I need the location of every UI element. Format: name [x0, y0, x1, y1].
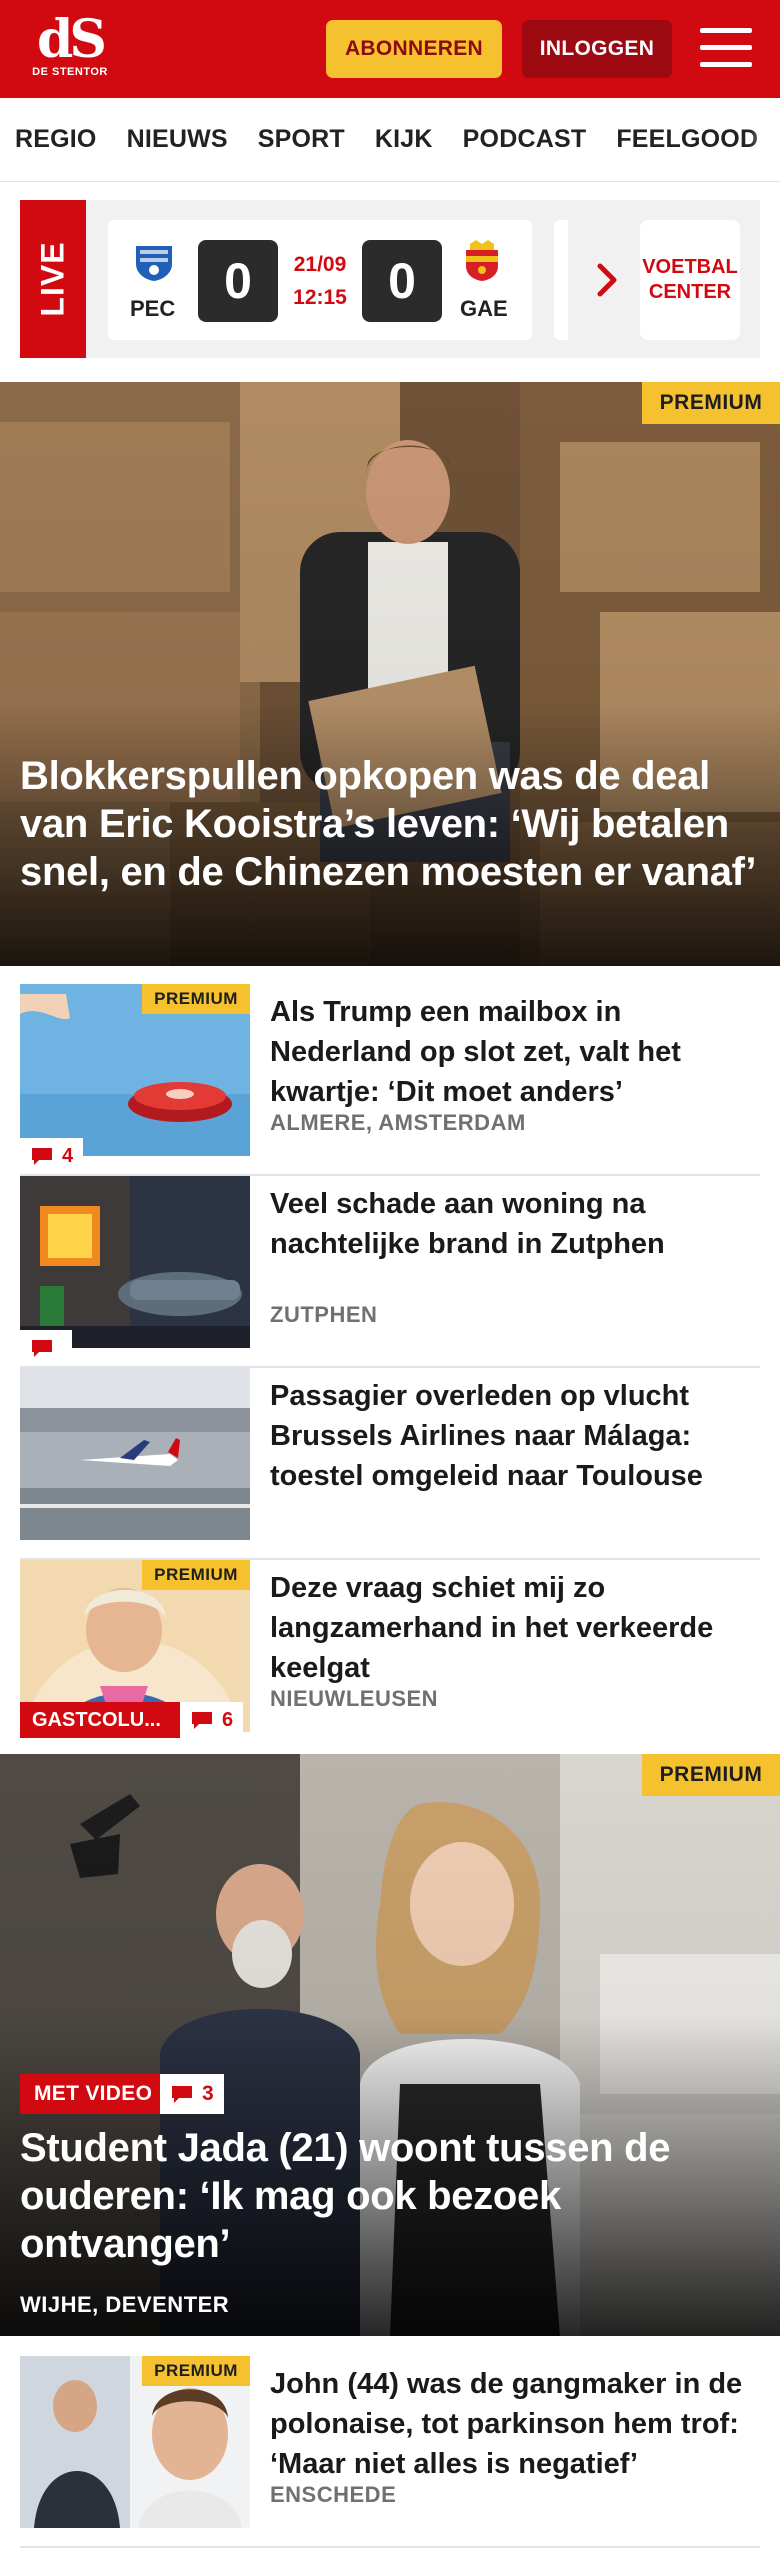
hero2-location: WIJHE, DEVENTER: [20, 2292, 230, 2317]
hero-article[interactable]: PREMIUM Blokkerspullen opkopen was de de…: [0, 382, 780, 966]
article-title: Veel schade aan woning na nachtelijke br…: [270, 1188, 665, 1260]
logo-mark: dS: [37, 9, 107, 70]
subscribe-button[interactable]: ABONNEREN: [326, 20, 502, 78]
pec-zwolle-logo-icon: [136, 240, 172, 281]
comment-icon: [32, 1340, 52, 1357]
main-nav: REGIO NIEUWS SPORT KIJK PODCAST FEELGOOD…: [0, 98, 780, 182]
login-button[interactable]: INLOGGEN: [522, 20, 672, 78]
nav-item-nieuws[interactable]: NIEUWS: [127, 125, 228, 154]
premium-badge: PREMIUM: [142, 984, 250, 1014]
nav-item-kijk[interactable]: KIJK: [375, 125, 433, 154]
article-row[interactable]: PREMIUM John (44) was de gangmaker in de…: [20, 2356, 760, 2548]
house-fire-image: [20, 1176, 250, 1348]
article-row[interactable]: Veel schade aan woning na nachtelijke br…: [20, 1176, 760, 1368]
logo-text: DE STENTOR: [32, 66, 108, 78]
premium-badge: PREMIUM: [642, 1754, 780, 1796]
live-label: LIVE: [34, 241, 71, 317]
away-team-name: GAE: [460, 296, 508, 321]
hero2-title: Student Jada (21) woont tussen de oudere…: [20, 2126, 671, 2266]
live-score-widget: LIVE PEC 0 21/09 12:15 0 GAE VOETBAL CEN…: [20, 200, 760, 358]
comment-icon: [192, 1712, 212, 1729]
home-team-name: PEC: [130, 296, 176, 321]
site-header: dS DE STENTOR ABONNEREN INLOGGEN: [0, 0, 780, 98]
category-tag[interactable]: GASTCOLU...: [20, 1702, 180, 1738]
next-match-card-edge[interactable]: [554, 220, 568, 340]
premium-badge: PREMIUM: [142, 2356, 250, 2386]
match-card[interactable]: PEC 0 21/09 12:15 0 GAE: [108, 220, 532, 340]
voetbal-center-button[interactable]: VOETBAL CENTER: [640, 220, 740, 340]
article-row[interactable]: PREMIUM GASTCOLU... 6 Deze vraag schiet …: [20, 1560, 760, 1738]
article-location: ENSCHEDE: [270, 2482, 397, 2507]
nav-item-sport[interactable]: SPORT: [258, 125, 345, 154]
article-thumbnail: [20, 1368, 250, 1540]
nav-item-feelgood[interactable]: FEELGOOD: [616, 125, 758, 154]
home-score: 0: [198, 240, 278, 322]
comment-count-value: 6: [222, 1708, 234, 1731]
away-score: 0: [362, 240, 442, 322]
article-row[interactable]: Passagier overleden op vlucht Brussels A…: [20, 1368, 760, 1560]
featured-video-article[interactable]: PREMIUM MET VIDEO 3 Student Jada (21) wo…: [0, 1754, 780, 2336]
go-ahead-eagles-logo-icon: [466, 240, 498, 281]
comment-icon: [32, 1148, 52, 1165]
nav-item-podcast[interactable]: PODCAST: [463, 125, 587, 154]
comment-count[interactable]: [20, 1330, 72, 1366]
premium-badge: PREMIUM: [142, 1560, 250, 1590]
chevron-right-icon[interactable]: [590, 262, 626, 298]
match-datetime: 21/09 12:15: [284, 248, 356, 314]
comment-count[interactable]: 6: [180, 1702, 244, 1738]
airport-image: [20, 1368, 250, 1540]
article-location: ZUTPHEN: [270, 1302, 378, 1327]
hamburger-icon[interactable]: [700, 26, 752, 70]
article-row[interactable]: PREMIUM 4 Als Trump een mailbox in Neder…: [20, 984, 760, 1176]
comment-count[interactable]: 3: [160, 2074, 224, 2114]
comment-count[interactable]: 4: [20, 1138, 84, 1174]
match-time: 12:15: [293, 286, 347, 309]
article-location: NIEUWLEUSEN: [270, 1686, 439, 1711]
comment-icon: [172, 2086, 192, 2103]
video-tag: MET VIDEO: [20, 2074, 167, 2114]
hero-title: Blokkerspullen opkopen was de deal van E…: [20, 754, 757, 894]
article-title: Als Trump een mailbox in Nederland op sl…: [270, 996, 681, 1108]
comment-count-value: 4: [62, 1144, 74, 1167]
live-tag: LIVE: [20, 200, 86, 358]
nav-fade: [750, 98, 780, 181]
article-title: John (44) was de gangmaker in de polonai…: [270, 2368, 743, 2480]
premium-badge: PREMIUM: [642, 382, 780, 424]
comment-count-value: 3: [202, 2082, 214, 2105]
article-title: Deze vraag schiet mij zo langzamerhand i…: [270, 1572, 714, 1684]
article-thumbnail: [20, 1176, 250, 1348]
match-date: 21/09: [293, 253, 347, 276]
article-location: ALMERE, AMSTERDAM: [270, 1110, 526, 1135]
nav-item-regio[interactable]: REGIO: [15, 125, 97, 154]
article-title: Passagier overleden op vlucht Brussels A…: [270, 1380, 703, 1492]
site-logo[interactable]: dS DE STENTOR: [30, 12, 110, 88]
